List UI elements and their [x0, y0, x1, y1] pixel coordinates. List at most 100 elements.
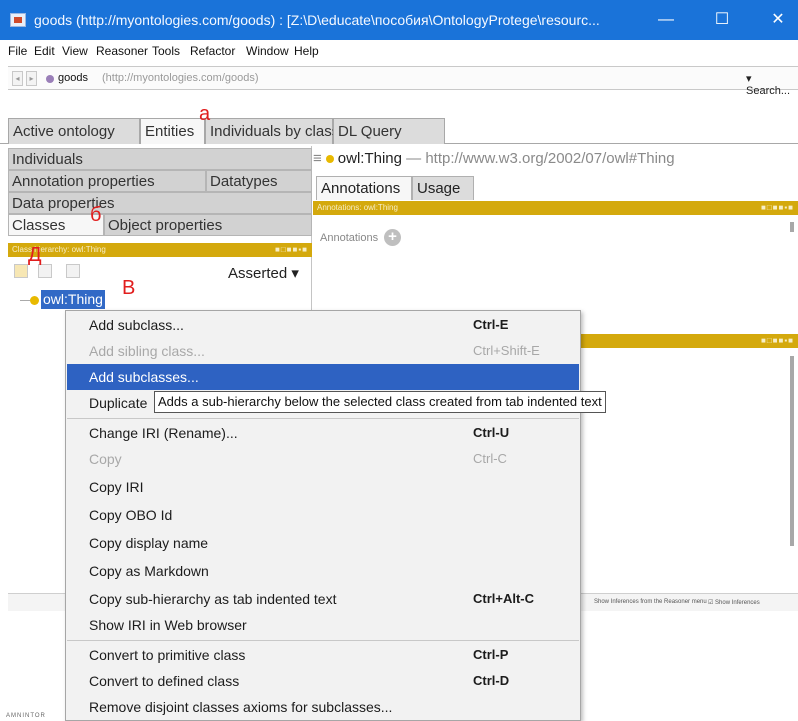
- menu-edit[interactable]: Edit: [34, 44, 55, 58]
- menu-item-label: Show IRI in Web browser: [89, 617, 247, 633]
- annotation-letter-v: В: [122, 277, 136, 299]
- menu-item-copy[interactable]: Copy Ctrl-C: [67, 446, 579, 472]
- menu-item-label: Convert to defined class: [89, 673, 240, 689]
- view-controls-icon[interactable]: ■□■■▪■: [761, 201, 794, 215]
- menu-refactor[interactable]: Refactor: [190, 44, 235, 58]
- view-controls-icon[interactable]: ■□■■▪■: [761, 334, 794, 348]
- menu-tools[interactable]: Tools: [152, 44, 180, 58]
- back-arrow-icon[interactable]: ◂: [12, 71, 23, 86]
- menu-item-copy-obo-id[interactable]: Copy OBO Id: [67, 502, 579, 528]
- class-icon: [30, 296, 39, 305]
- window-title: goods (http://myontologies.com/goods) : …: [34, 12, 600, 28]
- minimize-button[interactable]: —: [646, 8, 686, 32]
- tab-annotations[interactable]: Annotations: [316, 176, 412, 200]
- menu-item-label: Add subclass...: [89, 317, 184, 333]
- menu-item-copy-display-name[interactable]: Copy display name: [67, 530, 579, 556]
- forward-arrow-icon[interactable]: ▸: [26, 71, 37, 86]
- menu-item-label: Convert to primitive class: [89, 647, 246, 663]
- add-subclass-icon[interactable]: [14, 264, 28, 278]
- ontology-name: goods: [58, 72, 88, 84]
- entity-iri: http://www.w3.org/2002/07/owl#Thing: [425, 150, 675, 167]
- close-button[interactable]: ✕: [758, 8, 798, 32]
- class-icon: [325, 154, 334, 163]
- annotation-letter-d: Д: [28, 244, 42, 266]
- menu-reasoner[interactable]: Reasoner: [96, 44, 148, 58]
- scrollbar-thumb[interactable]: [790, 222, 794, 232]
- tab-usage[interactable]: Usage: [412, 176, 474, 200]
- menu-item-add-subclass[interactable]: Add subclass... Ctrl-E: [67, 312, 579, 338]
- tab-entities[interactable]: Entities: [140, 118, 205, 144]
- tab-individuals-by-class[interactable]: Individuals by class: [205, 118, 339, 144]
- menu-item-copy-iri[interactable]: Copy IRI: [67, 474, 579, 500]
- description-header: ■□■■▪■: [575, 334, 798, 348]
- menu-bar: File Edit View Reasoner Tools Refactor W…: [0, 40, 798, 62]
- menu-item-add-subclasses[interactable]: Add subclasses...: [67, 364, 579, 390]
- tab-object-properties[interactable]: Object properties: [104, 214, 312, 236]
- menu-separator: [67, 418, 579, 419]
- menu-item-convert-to-primitive[interactable]: Convert to primitive class Ctrl-P: [67, 642, 579, 668]
- workspace-tabs: Active ontology Entities Individuals by …: [0, 118, 798, 144]
- menu-item-add-sibling-class[interactable]: Add sibling class... Ctrl+Shift-E: [67, 338, 579, 364]
- menu-item-shortcut: Ctrl+Shift-E: [473, 343, 540, 358]
- tab-annotation-properties[interactable]: Annotation properties: [8, 170, 206, 192]
- menu-help[interactable]: Help: [294, 44, 319, 58]
- view-controls-icon[interactable]: ■□■■▪■: [275, 243, 308, 257]
- tab-individuals[interactable]: Individuals: [8, 148, 312, 170]
- menu-file[interactable]: File: [8, 44, 27, 58]
- menu-item-change-iri[interactable]: Change IRI (Rename)... Ctrl-U: [67, 420, 579, 446]
- header-dash: —: [406, 150, 422, 167]
- menu-item-show-iri-in-browser[interactable]: Show IRI in Web browser: [67, 612, 579, 638]
- menu-item-convert-to-defined[interactable]: Convert to defined class Ctrl-D: [67, 668, 579, 694]
- menu-item-remove-disjoint-axioms[interactable]: Remove disjoint classes axioms for subcl…: [67, 694, 579, 720]
- menu-item-label: Remove disjoint classes axioms for subcl…: [89, 699, 393, 715]
- add-annotation-icon[interactable]: +: [384, 229, 401, 246]
- show-inferences-checkbox[interactable]: ☑ Show Inferences: [708, 599, 760, 606]
- annotation-letter-b: б: [90, 204, 102, 226]
- menu-item-label: Copy as Markdown: [89, 563, 209, 579]
- menu-view[interactable]: View: [62, 44, 88, 58]
- hierarchy-view-dropdown[interactable]: Asserted ▾: [228, 264, 299, 282]
- menu-separator: [67, 640, 579, 641]
- tree-node-owl-thing[interactable]: owl:Thing: [41, 290, 105, 309]
- ontology-address-bar: ◂ ▸ goods (http://myontologies.com/goods…: [8, 66, 798, 97]
- menu-window[interactable]: Window: [246, 44, 289, 58]
- tab-datatypes[interactable]: Datatypes: [206, 170, 312, 192]
- search-field[interactable]: ▾ Search...: [746, 72, 798, 97]
- protege-app-icon: [10, 13, 26, 27]
- tab-data-properties[interactable]: Data properties: [8, 192, 312, 214]
- annotations-header: Annotations: owl:Thing ■□■■▪■: [313, 201, 798, 215]
- menu-item-copy-sub-hierarchy[interactable]: Copy sub-hierarchy as tab indented text …: [67, 586, 579, 612]
- entity-name: owl:Thing: [337, 150, 402, 167]
- menu-item-label: Copy IRI: [89, 479, 144, 495]
- menu-item-label: Add sibling class...: [89, 343, 205, 359]
- menu-item-copy-as-markdown[interactable]: Copy as Markdown: [67, 558, 579, 584]
- menu-item-shortcut: Ctrl-U: [473, 425, 510, 440]
- screenshot-root: goods (http://myontologies.com/goods) : …: [0, 0, 798, 721]
- delete-class-icon[interactable]: [66, 264, 80, 278]
- class-hierarchy-title: Class hierarchy: owl:Thing: [12, 245, 106, 254]
- window-title-bar: goods (http://myontologies.com/goods) : …: [0, 0, 798, 40]
- menu-item-label: Copy display name: [89, 535, 209, 551]
- menu-item-label: Copy OBO Id: [89, 507, 173, 523]
- scrollbar-thumb[interactable]: [790, 356, 794, 546]
- maximize-button[interactable]: ☐: [702, 8, 742, 32]
- annotations-label: Annotations: [320, 232, 379, 244]
- ontology-iri: (http://myontologies.com/goods): [102, 72, 259, 84]
- annotations-title: Annotations: owl:Thing: [317, 203, 398, 212]
- tree-connector: [20, 300, 30, 301]
- menu-item-shortcut: Ctrl-D: [473, 673, 510, 688]
- tab-dl-query[interactable]: DL Query: [333, 118, 445, 144]
- menu-item-shortcut: Ctrl-P: [473, 647, 509, 662]
- menu-tooltip: Adds a sub-hierarchy below the selected …: [154, 391, 606, 413]
- tab-active-ontology[interactable]: Active ontology: [8, 118, 140, 144]
- context-menu: Add subclass... Ctrl-E Add sibling class…: [65, 310, 581, 721]
- drag-handle-icon: ≡: [313, 150, 322, 167]
- ontology-icon: [46, 75, 54, 83]
- menu-item-shortcut: Ctrl-E: [473, 317, 509, 332]
- add-sibling-icon[interactable]: [38, 264, 52, 278]
- entity-header: ≡ owl:Thing — http://www.w3.org/2002/07/o…: [313, 150, 675, 167]
- menu-item-label: Copy: [89, 451, 122, 467]
- menu-item-label: Duplicate: [89, 395, 148, 411]
- menu-item-label: Copy sub-hierarchy as tab indented text: [89, 591, 337, 607]
- menu-item-label: Add subclasses...: [89, 369, 199, 385]
